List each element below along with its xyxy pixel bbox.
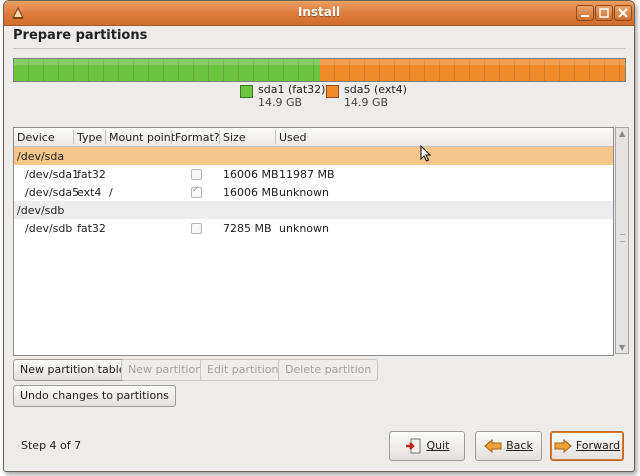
- cell-mount-point: /: [109, 186, 113, 199]
- format-checkbox-sdb[interactable]: [191, 223, 202, 234]
- column-header-size[interactable]: Size: [223, 131, 246, 144]
- close-icon: [618, 8, 628, 18]
- minimize-icon: [581, 15, 589, 17]
- column-separator: [73, 130, 74, 144]
- legend-swatch-sda1: [240, 85, 253, 98]
- new-partition-table-button[interactable]: New partition table: [13, 359, 133, 381]
- legend-item-sda5: sda5 (ext4) 14.9 GB: [326, 83, 407, 109]
- table-header: Device Type Mount point Format? Size Use…: [14, 128, 613, 147]
- installer-window: Install Prepare partitions sda1 (fat32) …: [3, 0, 635, 472]
- partition-table[interactable]: Device Type Mount point Format? Size Use…: [13, 127, 614, 356]
- forward-arrow-icon: [554, 439, 572, 453]
- quit-icon: [405, 438, 420, 454]
- heading-divider: [13, 48, 625, 49]
- window-title: Install: [297, 5, 341, 19]
- back-button[interactable]: Back: [475, 431, 542, 461]
- cell-used: unknown: [279, 186, 329, 199]
- column-separator: [171, 130, 172, 144]
- table-row-sdb[interactable]: /dev/sdb: [14, 201, 613, 219]
- table-row-sda5[interactable]: /dev/sda5 ext4 / 16006 MB unknown: [14, 183, 613, 201]
- table-row-sda1[interactable]: /dev/sda1 fat32 16006 MB 11987 MB: [14, 165, 613, 183]
- new-partition-button[interactable]: New partition: [121, 359, 210, 381]
- legend-swatch-sda5: [326, 85, 339, 98]
- partition-segment-sda1: [14, 59, 320, 81]
- delete-partition-button[interactable]: Delete partition: [278, 359, 379, 381]
- legend-size-sda1: 14.9 GB: [258, 96, 303, 109]
- partition-bar: [13, 58, 626, 82]
- cell-size: 16006 MB: [223, 186, 279, 199]
- format-checkbox-sda5[interactable]: [191, 185, 202, 198]
- minimize-button[interactable]: [576, 5, 594, 21]
- quit-button[interactable]: Quit: [389, 431, 465, 461]
- cell-device: /dev/sdb: [25, 222, 73, 235]
- cell-type: ext4: [77, 186, 102, 199]
- column-separator: [275, 130, 276, 144]
- cell-used: unknown: [279, 222, 329, 235]
- close-button[interactable]: [614, 5, 632, 21]
- cell-size: 16006 MB: [223, 168, 279, 181]
- scroll-up-icon[interactable]: ▲: [619, 129, 625, 138]
- page-heading: Prepare partitions: [13, 28, 148, 43]
- step-indicator: Step 4 of 7: [21, 439, 82, 452]
- back-arrow-icon: [484, 439, 502, 453]
- scrollbar-grip[interactable]: [620, 234, 625, 242]
- column-separator: [105, 130, 106, 144]
- column-header-device[interactable]: Device: [17, 131, 55, 144]
- back-label: Back: [506, 439, 533, 452]
- legend-label-sda5: sda5 (ext4): [344, 83, 407, 96]
- title-bar[interactable]: Install: [4, 1, 634, 26]
- partition-segment-sda5: [319, 59, 625, 81]
- cell-used: 11987 MB: [279, 168, 335, 181]
- mouse-cursor-icon: [420, 145, 432, 162]
- column-header-type[interactable]: Type: [77, 131, 102, 144]
- cell-type: fat32: [77, 168, 106, 181]
- maximize-button[interactable]: [595, 5, 613, 21]
- forward-button[interactable]: Forward: [550, 431, 624, 461]
- column-separator: [219, 130, 220, 144]
- cell-size: 7285 MB: [223, 222, 272, 235]
- cell-device: /dev/sda1: [25, 168, 80, 181]
- scroll-down-icon[interactable]: ▼: [619, 343, 625, 352]
- column-header-format[interactable]: Format?: [175, 131, 220, 144]
- maximize-icon: [599, 8, 609, 18]
- cell-device: /dev/sda5: [25, 186, 80, 199]
- cell-type: fat32: [77, 222, 106, 235]
- legend-label-sda1: sda1 (fat32): [258, 83, 326, 96]
- undo-changes-button[interactable]: Undo changes to partitions: [13, 385, 176, 407]
- format-checkbox-sda1[interactable]: [191, 169, 202, 180]
- table-scrollbar[interactable]: ▲ ▼: [615, 127, 629, 354]
- cell-device: /dev/sdb: [17, 204, 65, 217]
- cell-device: /dev/sda: [17, 150, 65, 163]
- table-row-sdb-fat32[interactable]: /dev/sdb fat32 7285 MB unknown: [14, 219, 613, 237]
- column-header-mount-point[interactable]: Mount point: [109, 131, 175, 144]
- table-row-sda[interactable]: /dev/sda: [14, 147, 613, 165]
- forward-label: Forward: [575, 439, 621, 452]
- legend-size-sda5: 14.9 GB: [344, 96, 389, 109]
- column-header-used[interactable]: Used: [279, 131, 307, 144]
- legend-item-sda1: sda1 (fat32) 14.9 GB: [240, 83, 325, 109]
- quit-label: Quit: [426, 439, 450, 452]
- edit-partition-button[interactable]: Edit partition: [200, 359, 286, 381]
